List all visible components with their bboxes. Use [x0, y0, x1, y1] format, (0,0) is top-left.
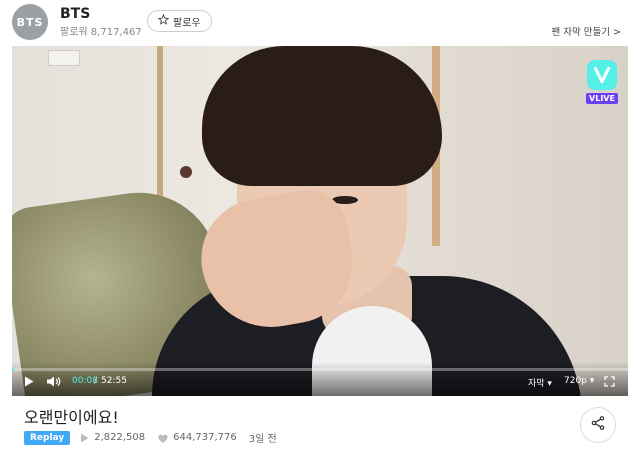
channel-header: BTS BTS 팔로워 8,717,467 팔로우 팬 자막 만들기 > [0, 0, 635, 46]
scene-door-knob [180, 166, 192, 178]
follow-button[interactable]: 팔로우 [147, 10, 212, 32]
player-controls: 00:08 / 52:55 자막 ▾ 720p ▾ [12, 362, 628, 396]
replay-badge: Replay [24, 430, 71, 445]
duration: 52:55 [101, 376, 127, 386]
vlive-logo-text: VLIVE [586, 93, 618, 104]
share-button[interactable] [580, 407, 616, 443]
vlive-logo: VLIVE [584, 60, 620, 110]
fan-subtitle-link[interactable]: 팬 자막 만들기 > [552, 24, 621, 38]
play-count: 2,822,508 [94, 432, 146, 443]
follower-value: 8,717,467 [90, 27, 142, 38]
progress-bar[interactable] [12, 368, 628, 371]
channel-avatar[interactable]: BTS [12, 4, 48, 40]
follower-label: 팔로워 [60, 27, 88, 38]
play-count-icon [80, 433, 89, 443]
channel-name[interactable]: BTS [60, 6, 90, 22]
fullscreen-icon[interactable] [604, 376, 615, 387]
video-title: 오랜만이에요! [24, 408, 119, 427]
follower-count: 팔로워 8,717,467 [60, 23, 142, 38]
follow-label: 팔로우 [173, 17, 201, 29]
video-player[interactable]: VLIVE 00:08 / 52:55 자막 ▾ 720p ▾ [12, 46, 628, 396]
upload-date: 3일 전 [248, 434, 277, 445]
share-icon [590, 415, 606, 435]
volume-icon[interactable] [46, 376, 62, 387]
scene-hair [202, 46, 442, 186]
subtitle-button[interactable]: 자막 ▾ [528, 376, 552, 389]
scene-light [48, 50, 80, 66]
progress-fill [12, 368, 14, 371]
heart-icon [157, 433, 168, 443]
star-outline-icon [157, 13, 170, 28]
vlive-v-icon [587, 60, 617, 90]
like-count: 644,737,776 [173, 432, 237, 443]
time-separator: / [94, 376, 98, 386]
video-meta: Replay 2,822,508 644,737,776 3일 전 [24, 430, 289, 445]
quality-button[interactable]: 720p ▾ [564, 376, 594, 386]
play-icon[interactable] [24, 376, 34, 387]
